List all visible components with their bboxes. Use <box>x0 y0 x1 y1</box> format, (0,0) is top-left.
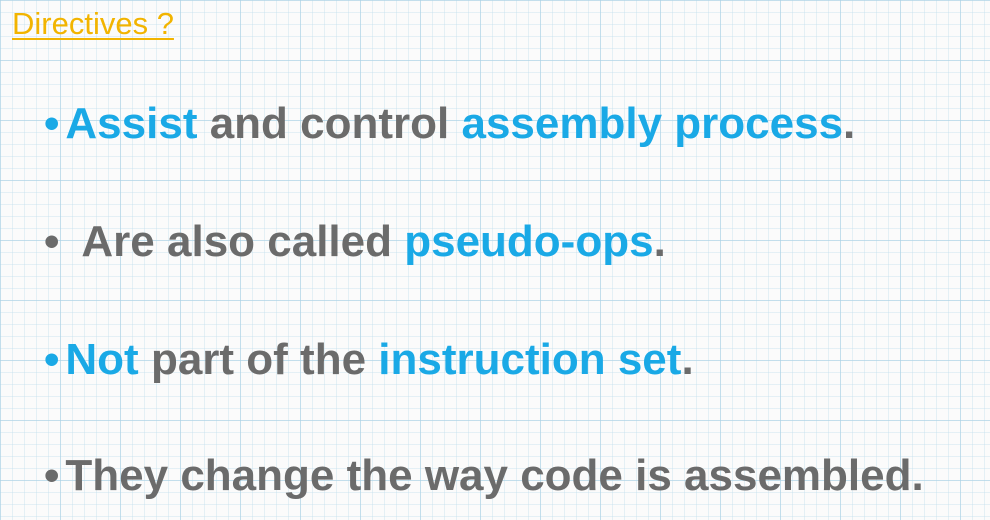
slide-title: Directives ? <box>12 6 174 41</box>
bullet-dot: • <box>44 217 60 266</box>
bullet-text-segment: part of the <box>138 335 379 384</box>
bullet-item-1: • Assist and control assembly process. <box>44 96 855 152</box>
bullet-text-segment: . <box>653 217 666 266</box>
bullet-text-segment: instruction set <box>378 335 682 384</box>
bullet-text-segment: Not <box>65 335 139 384</box>
bullet-text-segment: . <box>681 335 694 384</box>
bullet-dot: • <box>44 99 60 148</box>
bullet-item-4: • They change the way code is assembled. <box>44 448 924 504</box>
bullet-text-segment: assembly process <box>461 99 844 148</box>
bullet-text-segment: Assist <box>65 99 198 148</box>
bullet-text-segment: . <box>843 99 856 148</box>
slide: Directives ? • Assist and control assembl… <box>0 0 990 520</box>
bullet-text-segment: They change the way code is assembled. <box>65 451 924 500</box>
bullet-dot: • <box>44 451 60 500</box>
bullet-text-segment: pseudo-ops <box>404 217 654 266</box>
bullet-dot: • <box>44 335 60 384</box>
bullet-text-segment: and control <box>197 99 462 148</box>
bullet-item-3: • Not part of the instruction set. <box>44 332 694 388</box>
bullet-item-2: • Are also called pseudo-ops. <box>44 214 666 270</box>
bullet-text-segment: Are also called <box>81 217 405 266</box>
